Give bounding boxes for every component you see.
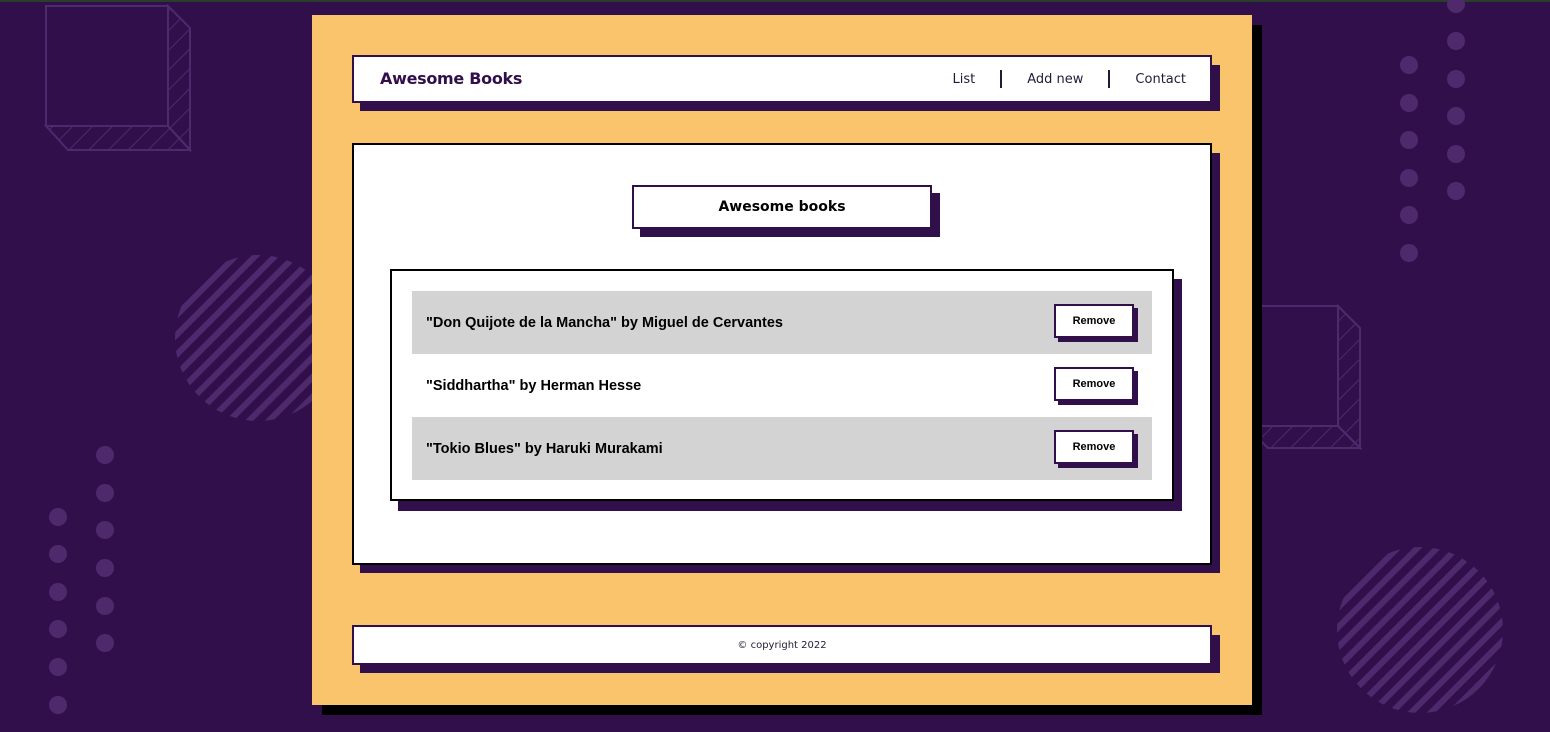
book-row: "Tokio Blues" by Haruki Murakami Remove (412, 417, 1152, 480)
nav-link-contact[interactable]: Contact (1135, 72, 1186, 87)
footer-bar: © copyright 2022 (352, 625, 1212, 665)
remove-button-wrap: Remove (1054, 366, 1138, 405)
nav-menu: List Add new Contact (953, 70, 1186, 88)
remove-button-wrap: Remove (1054, 429, 1138, 468)
book-label: "Siddhartha" by Herman Hesse (426, 377, 642, 394)
nav-separator (1000, 70, 1003, 88)
book-label: "Don Quijote de la Mancha" by Miguel de … (426, 314, 783, 331)
book-list: "Don Quijote de la Mancha" by Miguel de … (390, 269, 1174, 501)
section-title-box: Awesome books (632, 185, 932, 229)
nav-link-list[interactable]: List (953, 72, 976, 87)
remove-button[interactable]: Remove (1054, 429, 1134, 464)
copyright-text: © copyright 2022 (737, 639, 827, 651)
nav-separator (1108, 70, 1111, 88)
dots-decoration-top-right (1400, 0, 1465, 262)
remove-button-wrap: Remove (1054, 303, 1138, 342)
header-bar: Awesome Books List Add new Contact (352, 55, 1212, 103)
cube-decoration-top-left (43, 3, 193, 153)
book-row: "Siddhartha" by Herman Hesse Remove (412, 354, 1152, 417)
brand-title: Awesome Books (380, 69, 523, 88)
main-section: Awesome books "Don Quijote de la Mancha"… (352, 143, 1212, 565)
striped-circle-decoration-right (1337, 547, 1503, 713)
top-edge-line (0, 0, 1550, 2)
dots-decoration-bottom-left (49, 446, 114, 714)
book-label: "Tokio Blues" by Haruki Murakami (426, 440, 663, 457)
remove-button[interactable]: Remove (1054, 303, 1134, 338)
page-wrapper: Awesome Books List Add new Contact Aweso… (312, 15, 1252, 705)
nav-link-add-new[interactable]: Add new (1027, 72, 1083, 87)
book-row: "Don Quijote de la Mancha" by Miguel de … (412, 291, 1152, 354)
section-title: Awesome books (718, 199, 846, 215)
remove-button[interactable]: Remove (1054, 366, 1134, 401)
